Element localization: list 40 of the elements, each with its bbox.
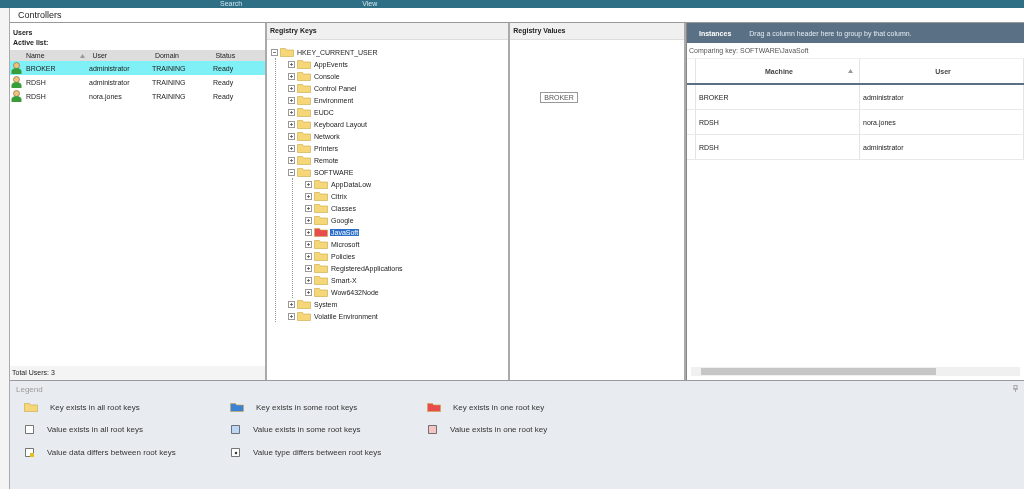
legend-label: Value data differs between root keys xyxy=(47,448,176,457)
user-icon xyxy=(11,62,22,74)
legend-label: Value type differs between root keys xyxy=(253,448,382,457)
expand-icon[interactable] xyxy=(288,60,295,68)
expand-icon[interactable] xyxy=(288,144,295,152)
expand-icon[interactable] xyxy=(305,192,312,200)
expand-icon[interactable] xyxy=(288,84,295,92)
expand-icon[interactable] xyxy=(288,312,295,320)
expand-icon[interactable] xyxy=(288,108,295,116)
expand-icon[interactable] xyxy=(305,276,312,284)
user-icon xyxy=(11,90,22,102)
horizontal-scrollbar[interactable] xyxy=(691,367,1020,376)
legend-label: Key exists in some root keys xyxy=(256,402,358,412)
expand-icon[interactable] xyxy=(305,204,312,212)
expand-icon[interactable] xyxy=(305,216,312,224)
user-icon xyxy=(11,76,22,88)
expand-icon[interactable] xyxy=(288,120,295,128)
collapse-icon[interactable] xyxy=(288,168,295,176)
scrollbar-thumb[interactable] xyxy=(701,368,936,375)
controllers-tab[interactable]: Controllers xyxy=(18,10,62,20)
expand-icon[interactable] xyxy=(305,240,312,248)
legend-label: Value exists in some root keys xyxy=(253,425,361,434)
sort-arrow-icon xyxy=(80,53,86,58)
legend-label: Key exists in one root key xyxy=(453,402,545,412)
legend-label: Value exists in one root key xyxy=(450,425,548,434)
expand-icon[interactable] xyxy=(305,180,312,188)
expand-icon[interactable] xyxy=(288,96,295,104)
legend-label: Key exists in all root keys xyxy=(50,402,140,412)
expand-icon[interactable] xyxy=(288,72,295,80)
expand-icon[interactable] xyxy=(288,300,295,308)
expand-icon[interactable] xyxy=(288,156,295,164)
expand-icon[interactable] xyxy=(305,252,312,260)
legend-title: Legend xyxy=(16,385,43,394)
expand-icon[interactable] xyxy=(305,264,312,272)
expand-icon[interactable] xyxy=(305,288,312,296)
expand-icon[interactable] xyxy=(288,132,295,140)
collapse-icon[interactable] xyxy=(271,48,278,56)
legend-label: Value exists in all root keys xyxy=(47,425,143,434)
sort-arrow-icon xyxy=(848,69,853,73)
expand-icon[interactable] xyxy=(305,228,312,236)
